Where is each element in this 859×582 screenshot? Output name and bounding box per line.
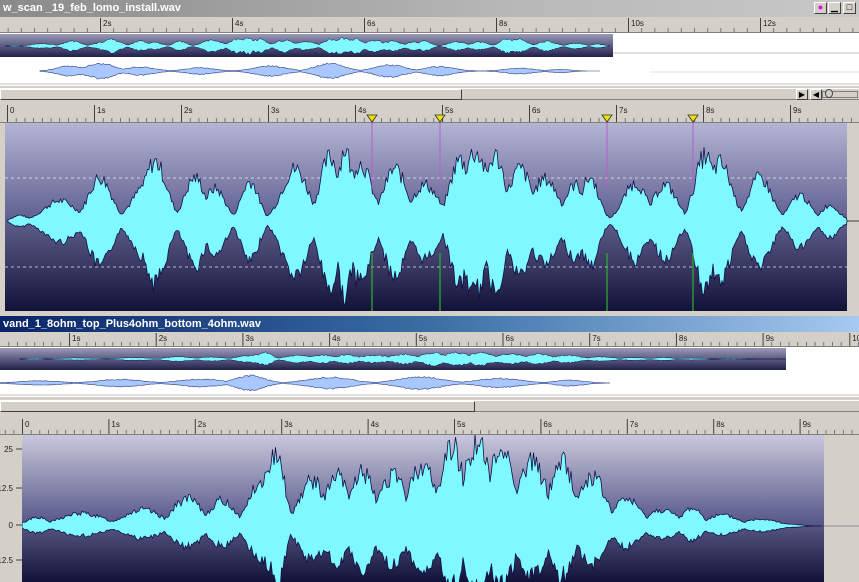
window2-overview-envelope[interactable] <box>0 371 859 397</box>
ov1-ruler-tick-label: 6s <box>367 19 375 28</box>
ruler2-tick-label: 2s <box>198 420 206 429</box>
window1-titlebar[interactable]: w_scan _19_feb_lomo_install.wav <box>0 0 859 17</box>
ov1-ruler-tick-label: 8s <box>499 19 507 28</box>
ruler2-tick-label: 4s <box>371 420 379 429</box>
ov2-ruler-tick-label: 2s <box>159 334 167 343</box>
ov2-ruler-tick-label: 7s <box>592 334 600 343</box>
record-button[interactable]: ● <box>814 2 827 14</box>
ov2-ruler-tick-label: 4s <box>332 334 340 343</box>
maximize-button[interactable]: □ <box>843 2 856 14</box>
window1-title: w_scan _19_feb_lomo_install.wav <box>3 2 181 14</box>
window2-titlebar[interactable]: vand_1_8ohm_top_Plus4ohm_bottom_4ohm.wav <box>0 316 859 332</box>
ov2-ruler-tick-label: 5s <box>419 334 427 343</box>
window1-zoom-out-button[interactable]: ◀ <box>810 89 822 100</box>
ov2-ruler-tick-label: 3s <box>245 334 253 343</box>
amplitude-label: 0 <box>9 521 14 530</box>
ov1-ruler-tick-label: 10s <box>631 19 644 28</box>
ov2-ruler-tick-label: 8s <box>679 334 687 343</box>
arrow-left-icon: ◀ <box>812 90 820 99</box>
amplitude-label: 12.5 <box>0 484 14 493</box>
window1-zoom-knob[interactable] <box>825 89 833 98</box>
ov1-ruler-tick-label: 2s <box>103 19 111 28</box>
window1-main-waveform[interactable] <box>0 123 859 313</box>
ov1-ruler-tick-label: 4s <box>235 19 243 28</box>
window1-scroll-right-button[interactable]: ▶ <box>796 89 808 100</box>
marker-triangle-icon[interactable] <box>601 114 613 123</box>
ov1-ruler-tick-label: 12s <box>763 19 776 28</box>
window1-zoom-slider[interactable] <box>822 89 858 98</box>
ruler2-tick-label: 9s <box>803 420 811 429</box>
ov2-ruler-tick-label: 9s <box>766 334 774 343</box>
minimize-icon: ▁ <box>831 2 838 12</box>
ov2-ruler-tick-label: 10s <box>852 334 859 343</box>
ruler2-tick-label: 6s <box>543 420 551 429</box>
record-icon: ● <box>817 2 824 12</box>
window1-scroll-thumb[interactable] <box>0 89 462 100</box>
window2-overview-waveform[interactable] <box>0 347 859 371</box>
amplitude-label: 25 <box>4 445 13 454</box>
window1-overview-waveform[interactable] <box>0 33 859 58</box>
marker-triangle-icon[interactable] <box>366 114 378 123</box>
ov2-ruler-tick-label: 1s <box>72 334 80 343</box>
window1-overview-ruler: 2s 4s 6s 8s 10s 12s <box>0 17 859 33</box>
window2-amplitude-scale: 25 12.5 0 12.5 <box>0 435 22 582</box>
ruler2-tick-label: 0 <box>25 420 30 429</box>
ruler2-tick-label: 5s <box>457 420 465 429</box>
marker-triangle-icon[interactable] <box>434 114 446 123</box>
window1-overview-envelope[interactable] <box>0 58 859 86</box>
window2-main-waveform[interactable] <box>22 435 859 582</box>
amplitude-label: 12.5 <box>0 556 14 565</box>
ruler2-tick-label: 1s <box>111 420 119 429</box>
ruler2-tick-label: 3s <box>284 420 292 429</box>
window1-horizontal-scrollbar[interactable]: ▶ ◀ <box>0 88 859 100</box>
window2-overview-ruler: 1s 2s 3s 4s 5s 6s 7s 8s 9s 10s <box>0 332 859 347</box>
window2-scroll-thumb[interactable] <box>0 401 475 412</box>
arrow-right-icon: ▶ <box>798 90 806 99</box>
minimize-button[interactable]: ▁ <box>828 2 841 14</box>
maximize-icon: □ <box>846 2 853 12</box>
window2-time-ruler: 0 1s 2s 3s 4s 5s 6s 7s 8s 9s <box>0 418 859 435</box>
ruler2-tick-label: 8s <box>716 420 724 429</box>
marker-triangle-icon[interactable] <box>687 114 699 123</box>
window2-horizontal-scrollbar[interactable] <box>0 400 859 412</box>
window2-title: vand_1_8ohm_top_Plus4ohm_bottom_4ohm.wav <box>3 318 261 330</box>
ruler2-tick-label: 7s <box>630 420 638 429</box>
ov2-ruler-tick-label: 6s <box>506 334 514 343</box>
